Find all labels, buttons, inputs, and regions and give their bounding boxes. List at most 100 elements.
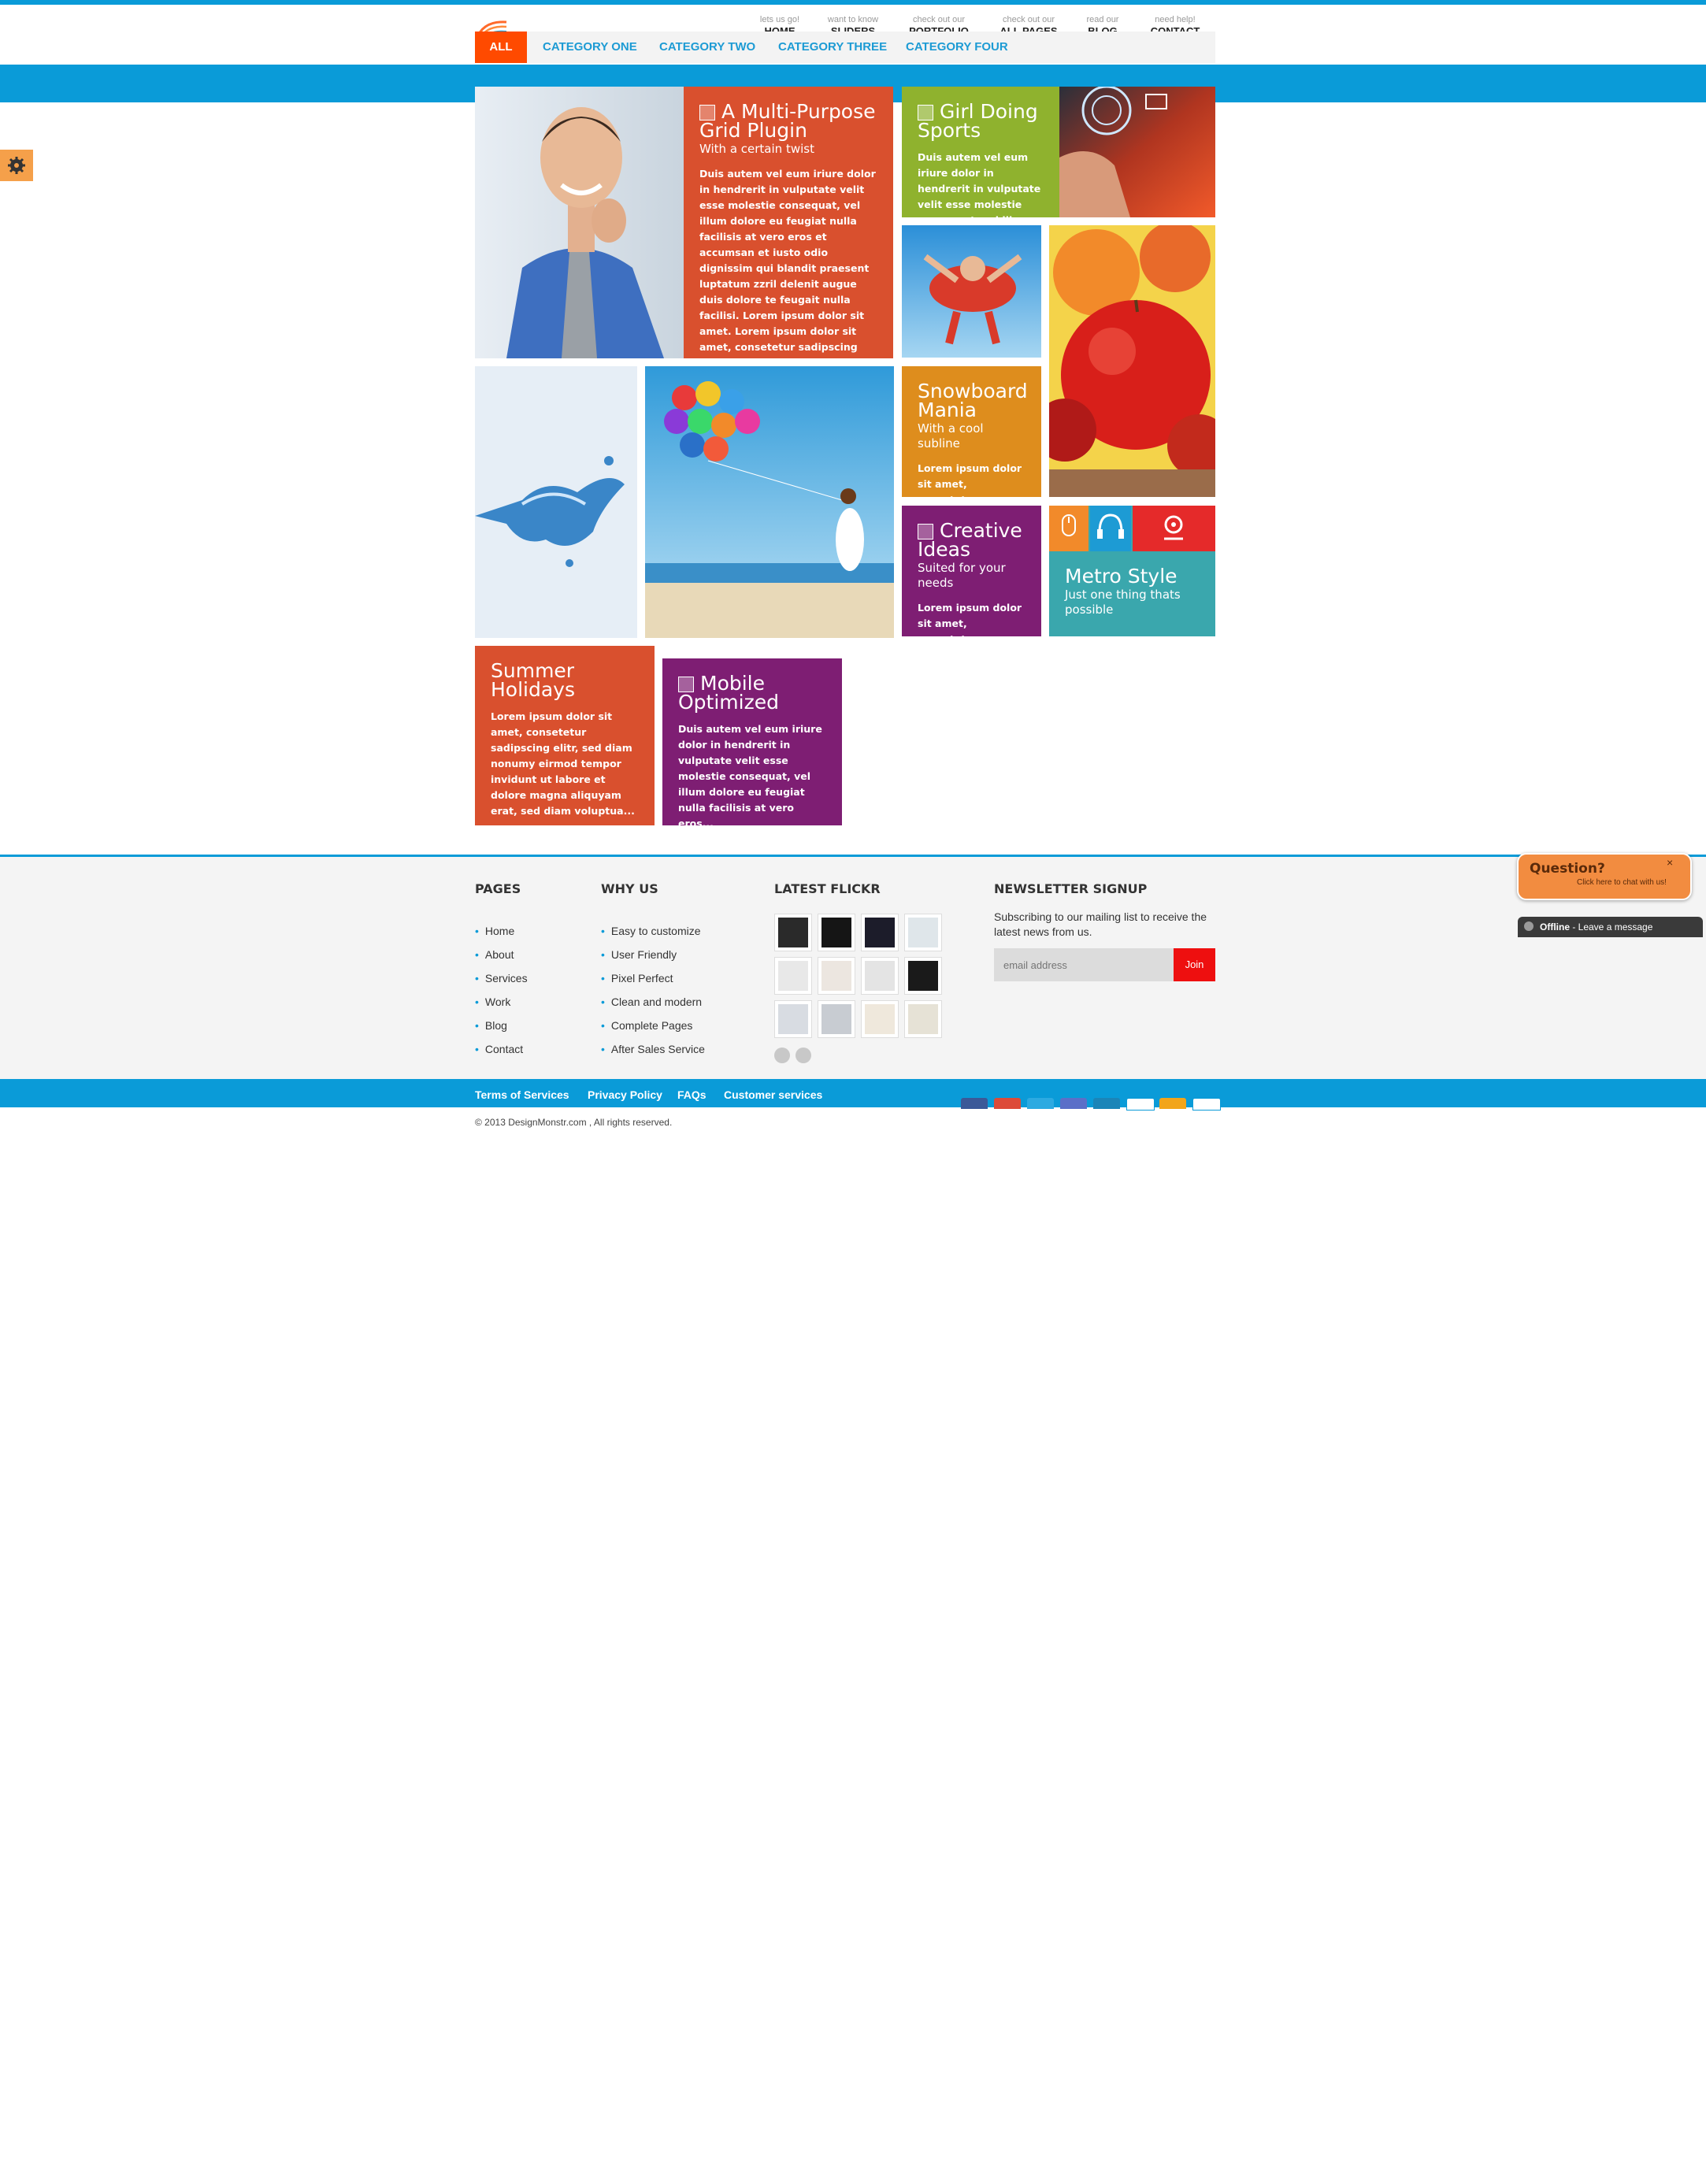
tile-multipurpose-subtitle: With a certain twist	[699, 142, 814, 156]
customer-services-link[interactable]: Customer services	[724, 1088, 822, 1101]
tile-metro-title: Metro Style	[1065, 565, 1178, 588]
tile-snowboard-title: Snowboard Mania	[918, 380, 1028, 421]
tile-metro[interactable]: Metro Style Just one thing thats possibl…	[1049, 506, 1215, 636]
category-two[interactable]: CATEGORY TWO	[659, 32, 755, 63]
privacy-link[interactable]: Privacy Policy	[588, 1088, 662, 1101]
amazon-icon[interactable]	[1159, 1098, 1186, 1109]
nav-home-tagline: lets us go!	[759, 15, 800, 24]
flickr-thumb[interactable]	[818, 914, 855, 951]
chat-status-text: Offline	[1540, 921, 1570, 933]
touchscreen-photo[interactable]	[1059, 87, 1215, 217]
footer-whyus-item[interactable]: Complete Pages	[601, 1014, 705, 1037]
nav-contact[interactable]: need help! CONTACT	[1140, 14, 1211, 33]
tile-snowboard-subtitle: With a cool subline	[918, 421, 984, 451]
tile-multipurpose-title: A Multi-Purpose Grid Plugin	[699, 100, 876, 142]
flickr-thumb[interactable]	[774, 914, 812, 951]
newsletter-join-button[interactable]: Join	[1174, 948, 1215, 981]
chat-status-suffix: - Leave a message	[1570, 921, 1653, 933]
nav-portfolio[interactable]: check out our PORTFOLIO	[903, 14, 974, 33]
footer-link-services[interactable]: Services	[475, 966, 528, 990]
nav-all-pages-tagline: check out our	[1002, 15, 1055, 24]
businessman-photo[interactable]	[475, 87, 684, 358]
mouse-icon	[1049, 506, 1089, 551]
broken-image-icon	[918, 524, 933, 540]
terms-link[interactable]: Terms of Services	[475, 1088, 569, 1101]
newsletter-email-input[interactable]	[994, 948, 1192, 981]
footer-newsletter-heading: NEWSLETTER SIGNUP	[994, 881, 1148, 896]
footer-whyus-heading: WHY US	[601, 881, 658, 896]
category-four[interactable]: CATEGORY FOUR	[906, 32, 1008, 63]
footer-whyus-item[interactable]: Clean and modern	[601, 990, 705, 1014]
facebook-icon[interactable]	[961, 1098, 988, 1109]
chat-question-label: Question?	[1530, 861, 1605, 877]
tile-creative-body: Lorem ipsum dolor sit amet, consetetur	[918, 602, 1022, 636]
twitter-icon[interactable]	[1027, 1098, 1054, 1109]
tile-metro-subtitle: Just one thing thats possible	[1065, 588, 1181, 617]
flickr-thumb[interactable]	[861, 914, 899, 951]
nav-sliders-tagline: want to know	[827, 15, 879, 24]
broken-image-icon	[918, 105, 933, 121]
flickr-prev-button[interactable]	[774, 1048, 790, 1063]
flickr-thumb[interactable]	[904, 914, 942, 951]
nav-sliders[interactable]: want to know SLIDERS	[818, 14, 888, 33]
google-plus-icon[interactable]	[994, 1098, 1021, 1109]
footer-link-home[interactable]: Home	[475, 919, 528, 943]
nav-home[interactable]: lets us go! HOME	[744, 14, 815, 33]
footer-whyus-item[interactable]: User Friendly	[601, 943, 705, 966]
footer-whyus-item[interactable]: Easy to customize	[601, 919, 705, 943]
style-switcher-button[interactable]	[0, 150, 33, 181]
chat-status-bar[interactable]: Offline - Leave a message	[1518, 917, 1703, 937]
nav-all-pages[interactable]: check out our ALL PAGES	[993, 14, 1064, 33]
linkedin-icon[interactable]	[1093, 1098, 1120, 1109]
tile-creative-subtitle: Suited for your needs	[918, 561, 1006, 590]
tile-sports-body: Duis autem vel eum iriure dolor in hendr…	[918, 151, 1041, 217]
chat-question-bubble[interactable]: Question? Click here to chat with us! ×	[1517, 853, 1692, 900]
forrst-icon[interactable]	[1060, 1098, 1087, 1109]
flickr-thumb[interactable]	[861, 1000, 899, 1038]
flickr-thumb[interactable]	[774, 957, 812, 995]
blogger-icon[interactable]	[1126, 1098, 1155, 1111]
newsletter-description: Subscribing to our mailing list to recei…	[994, 910, 1207, 938]
flickr-thumb[interactable]	[861, 957, 899, 995]
nav-blog-tagline: read our	[1086, 15, 1119, 24]
nav-contact-tagline: need help!	[1155, 15, 1196, 24]
chat-hint: Click here to chat with us!	[1577, 878, 1667, 887]
footer-whyus-item[interactable]: After Sales Service	[601, 1037, 705, 1061]
nav-portfolio-tagline: check out our	[912, 15, 966, 24]
tile-summer-body: Lorem ipsum dolor sit amet, consetetur s…	[491, 710, 635, 817]
tile-creative[interactable]: Creative Ideas Suited for your needs Lor…	[902, 506, 1041, 636]
footer-link-work[interactable]: Work	[475, 990, 528, 1014]
flickr-thumb[interactable]	[904, 957, 942, 995]
beach-balloons-photo[interactable]	[645, 366, 894, 638]
dropbox-icon[interactable]	[1192, 1098, 1221, 1111]
flickr-thumb[interactable]	[818, 957, 855, 995]
water-splash-photo[interactable]	[475, 366, 637, 638]
category-filter-bar: ALL CATEGORY ONE CATEGORY TWO CATEGORY T…	[475, 32, 1215, 63]
apples-photo[interactable]	[1049, 225, 1215, 497]
category-one[interactable]: CATEGORY ONE	[543, 32, 637, 63]
flickr-thumb[interactable]	[774, 1000, 812, 1038]
headphones-icon	[1090, 506, 1131, 551]
tile-mobile-body: Duis autem vel eum iriure dolor in hendr…	[678, 723, 822, 825]
tile-mobile-title: Mobile Optimized	[678, 672, 779, 714]
skydiver-photo[interactable]	[902, 225, 1041, 358]
category-all[interactable]: ALL	[475, 32, 527, 63]
tile-mobile[interactable]: Mobile Optimized Duis autem vel eum iriu…	[662, 658, 842, 825]
footer-link-about[interactable]: About	[475, 943, 528, 966]
flickr-thumb[interactable]	[904, 1000, 942, 1038]
footer-link-contact[interactable]: Contact	[475, 1037, 528, 1061]
tile-summer[interactable]: Summer Holidays Lorem ipsum dolor sit am…	[475, 646, 655, 825]
tile-multipurpose[interactable]: A Multi-Purpose Grid Plugin With a certa…	[684, 87, 893, 358]
category-three[interactable]: CATEGORY THREE	[778, 32, 887, 63]
chat-close-icon[interactable]: ×	[1667, 856, 1673, 869]
faqs-link[interactable]: FAQs	[677, 1088, 707, 1101]
tile-creative-title: Creative Ideas	[918, 519, 1022, 561]
flickr-next-button[interactable]	[796, 1048, 811, 1063]
nav-blog[interactable]: read our BLOG	[1067, 14, 1138, 33]
tile-snowboard[interactable]: Snowboard Mania With a cool subline Lore…	[902, 366, 1041, 497]
footer-link-blog[interactable]: Blog	[475, 1014, 528, 1037]
footer-whyus-item[interactable]: Pixel Perfect	[601, 966, 705, 990]
tile-sports[interactable]: Girl Doing Sports Duis autem vel eum iri…	[902, 87, 1059, 217]
footer-flickr-heading: LATEST FLICKR	[774, 881, 881, 896]
flickr-thumb[interactable]	[818, 1000, 855, 1038]
